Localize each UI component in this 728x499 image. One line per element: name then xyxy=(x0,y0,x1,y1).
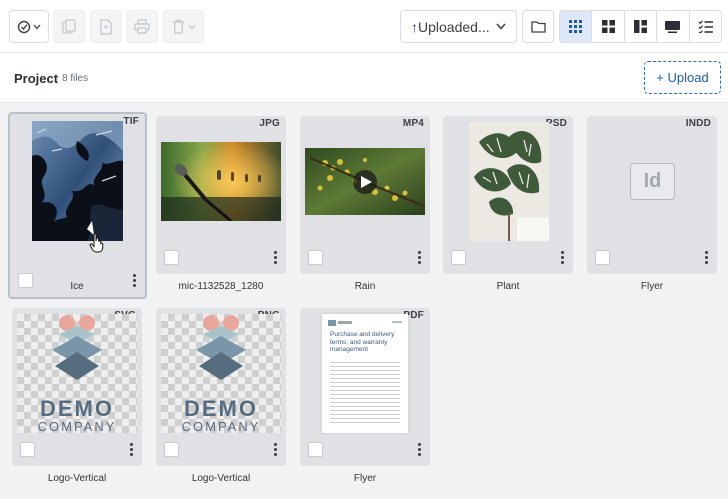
mic-thumbnail xyxy=(161,142,281,221)
list-icon xyxy=(698,20,713,33)
file-name: Logo-Vertical xyxy=(191,473,251,484)
more-options-icon[interactable] xyxy=(273,251,277,264)
ice-thumbnail xyxy=(32,121,123,241)
print-icon xyxy=(134,19,150,34)
select-dropdown-button[interactable] xyxy=(9,10,49,43)
more-options-icon[interactable] xyxy=(704,251,708,264)
chevron-down-icon xyxy=(496,23,506,30)
plant-thumbnail xyxy=(469,122,549,241)
view-presentation-button[interactable] xyxy=(657,11,690,42)
file-tile-flyer-indd[interactable]: INDD Id xyxy=(587,116,717,274)
logo-text-line1: DEMO xyxy=(184,396,258,421)
file-tile-ice[interactable]: TIF xyxy=(8,112,147,299)
select-check-icon xyxy=(17,20,31,33)
more-options-icon[interactable] xyxy=(560,251,564,264)
toolbar: ↑Uploaded... xyxy=(0,0,728,53)
view-grid-large-button[interactable] xyxy=(592,11,625,42)
pdf-logo-icon xyxy=(328,320,336,326)
hand-cursor-icon xyxy=(89,233,104,253)
file-tile-plant[interactable]: PSD xyxy=(443,116,573,274)
select-checkbox[interactable] xyxy=(451,250,466,265)
upload-button[interactable]: + Upload xyxy=(644,61,721,94)
file-type-badge: MP4 xyxy=(402,118,424,129)
file-name: mic-1132528_1280 xyxy=(178,281,264,292)
copy-button[interactable] xyxy=(53,10,85,43)
grid-large-icon xyxy=(601,20,615,33)
presentation-icon xyxy=(665,20,681,33)
copy-icon xyxy=(62,18,76,34)
project-header: Project 8 files + Upload xyxy=(0,53,728,103)
file-type-badge: INDD xyxy=(685,118,711,129)
more-options-icon[interactable] xyxy=(129,443,133,456)
file-tile-rain[interactable]: MP4 xyxy=(300,116,430,274)
file-name: Rain xyxy=(354,281,376,292)
rain-thumbnail xyxy=(305,148,425,215)
file-tile-logo-png[interactable]: PNG DEMO COMPANY xyxy=(156,308,286,466)
duplicate-button[interactable] xyxy=(90,10,122,43)
delete-button[interactable] xyxy=(163,10,204,43)
file-type-badge: PSD xyxy=(545,118,567,129)
file-name: Flyer xyxy=(353,473,377,484)
file-name: Flyer xyxy=(640,281,664,292)
select-checkbox[interactable] xyxy=(308,250,323,265)
more-options-icon[interactable] xyxy=(417,443,421,456)
file-name: Ice xyxy=(70,281,84,292)
more-options-icon[interactable] xyxy=(417,251,421,264)
file-name: Logo-Vertical xyxy=(47,473,107,484)
view-grid-small-button[interactable] xyxy=(560,11,593,42)
chevron-down-icon xyxy=(33,24,41,29)
project-title: Project xyxy=(14,71,59,86)
logo-text-line1: DEMO xyxy=(40,396,114,421)
pdf-thumbnail: Purchase and delivery terms, and warrant… xyxy=(322,314,408,433)
chevron-down-icon xyxy=(188,24,195,29)
file-tile-logo-svg[interactable]: SVG DEMO COMPANY xyxy=(12,308,142,466)
file-name: Plant xyxy=(496,281,520,292)
file-tile-mic[interactable]: JPG xyxy=(156,116,286,274)
masonry-icon xyxy=(634,20,648,33)
file-count: 8 files xyxy=(62,73,89,84)
logo-thumbnail: DEMO COMPANY xyxy=(161,314,281,433)
duplicate-icon xyxy=(100,18,112,35)
select-checkbox[interactable] xyxy=(20,442,35,457)
sort-dropdown[interactable]: ↑Uploaded... xyxy=(400,10,517,43)
indesign-file-icon: Id xyxy=(630,163,675,200)
select-checkbox[interactable] xyxy=(164,250,179,265)
file-tile-flyer-pdf[interactable]: PDF Purchase and delivery terms, and war… xyxy=(300,308,430,466)
select-checkbox[interactable] xyxy=(164,442,179,457)
select-checkbox[interactable] xyxy=(308,442,323,457)
delete-icon xyxy=(172,19,184,34)
sort-label: ↑Uploaded... xyxy=(411,18,490,35)
folder-button[interactable] xyxy=(522,10,554,43)
select-checkbox[interactable] xyxy=(595,250,610,265)
more-options-icon[interactable] xyxy=(273,443,277,456)
file-type-badge: TIF xyxy=(123,116,139,127)
pdf-title: Purchase and delivery terms, and warrant… xyxy=(330,331,395,353)
folder-icon xyxy=(530,21,546,33)
logo-thumbnail: DEMO COMPANY xyxy=(17,314,137,433)
file-type-badge: JPG xyxy=(259,118,280,129)
logo-text-line2: COMPANY xyxy=(181,419,261,433)
view-mode-group xyxy=(559,10,722,43)
print-button[interactable] xyxy=(126,10,158,43)
grid-small-icon xyxy=(569,20,583,33)
pdf-body-text xyxy=(330,362,400,424)
view-masonry-button[interactable] xyxy=(625,11,658,42)
logo-text-line2: COMPANY xyxy=(37,419,117,433)
view-list-button[interactable] xyxy=(690,11,721,42)
